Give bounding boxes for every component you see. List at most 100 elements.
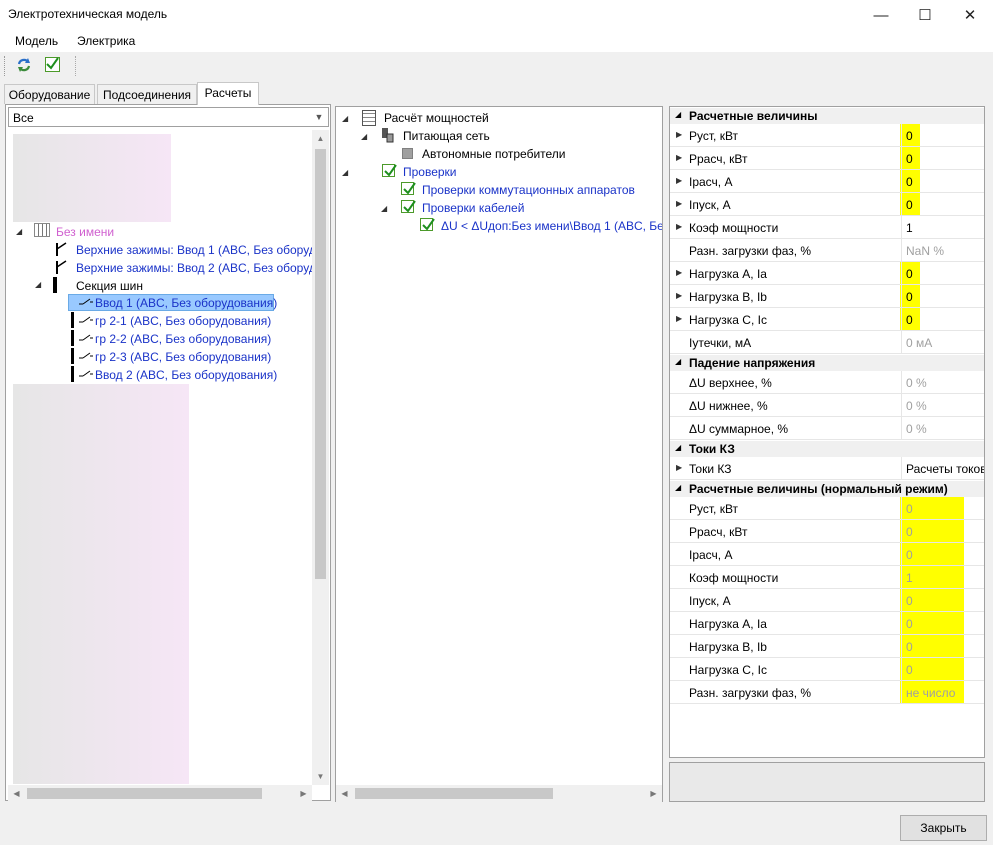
expand-icon[interactable]: ▶ [676, 130, 682, 139]
check-icon[interactable] [382, 164, 397, 177]
tree-item[interactable]: гр 2-1 (ABC, Без оборудования) [95, 314, 271, 332]
tree-item[interactable]: гр 2-3 (ABC, Без оборудования) [95, 350, 271, 368]
tab-connections[interactable]: Подсоединения [97, 84, 197, 104]
left-vertical-scrollbar[interactable]: ▲ ▼ [312, 130, 329, 785]
property-row[interactable]: ▶ Ррасч, кВт 0 [670, 147, 984, 170]
refresh-icon[interactable] [15, 56, 33, 74]
property-row[interactable]: Ірасч, А 0 [670, 543, 984, 566]
check-icon[interactable] [420, 218, 435, 231]
tree-item[interactable]: гр 2-2 (ABC, Без оборудования) [95, 332, 271, 350]
tree-item-check-du[interactable]: ΔU < ΔUдоп:Без имени\Ввод 1 (ABC, Без [441, 219, 662, 237]
property-row[interactable]: ▶ Руст, кВт 0 [670, 124, 984, 147]
property-row[interactable]: Іутечки, мА 0 мА [670, 331, 984, 354]
left-horizontal-scrollbar[interactable]: ◀ ▶ [8, 785, 312, 802]
property-row[interactable]: ▶ Коэф мощности 1 [670, 216, 984, 239]
scroll-right-icon[interactable]: ▶ [645, 785, 662, 802]
property-row[interactable]: Нагрузка С, Іс 0 [670, 658, 984, 681]
scroll-up-icon[interactable]: ▲ [312, 130, 329, 147]
tab-calculations[interactable]: Расчеты [197, 82, 259, 105]
property-row[interactable]: ▶ Ірасч, А 0 [670, 170, 984, 193]
scroll-down-icon[interactable]: ▼ [312, 768, 329, 785]
property-row[interactable]: ΔU суммарное, % 0 % [670, 417, 984, 440]
scroll-thumb[interactable] [27, 788, 262, 799]
check-icon[interactable] [45, 57, 60, 72]
property-value[interactable]: Расчеты токов [906, 462, 984, 476]
minimize-button[interactable]: — [858, 0, 904, 30]
expand-icon[interactable]: ▶ [676, 291, 682, 300]
maximize-button[interactable]: ☐ [902, 0, 948, 30]
property-value[interactable]: 0 [906, 175, 913, 189]
collapse-icon[interactable]: ◢ [675, 483, 681, 492]
expand-icon[interactable]: ◢ [35, 280, 41, 289]
check-icon[interactable] [401, 200, 416, 213]
tree-item-selected[interactable]: Ввод 1 (ABC, Без оборудования) [95, 296, 277, 314]
property-row[interactable]: ▶ Нагрузка В, Іb 0 [670, 285, 984, 308]
check-icon[interactable] [401, 182, 416, 195]
tree-item-power-calc[interactable]: Расчёт мощностей [384, 111, 489, 129]
property-value[interactable]: 0 [906, 267, 913, 281]
property-row[interactable]: ▶ Іпуск, А 0 [670, 193, 984, 216]
property-row[interactable]: ▶ Токи КЗ Расчеты токов [670, 457, 984, 480]
category-header[interactable]: ◢ Токи КЗ [670, 441, 984, 457]
expand-icon[interactable]: ▶ [676, 314, 682, 323]
middle-horizontal-scrollbar[interactable]: ◀ ▶ [336, 785, 662, 802]
property-value[interactable]: 0 [906, 198, 913, 212]
property-row[interactable]: Разн. загрузки фаз, % не число [670, 681, 984, 704]
property-value[interactable]: 1 [906, 221, 913, 235]
tree-item-supply[interactable]: Питающая сеть [403, 129, 490, 147]
property-row[interactable]: Нагрузка В, Іb 0 [670, 635, 984, 658]
menu-model[interactable]: Модель [15, 34, 58, 48]
tree-item-check-cables[interactable]: Проверки кабелей [422, 201, 524, 219]
column-divider [901, 124, 902, 147]
property-row[interactable]: ΔU нижнее, % 0 % [670, 394, 984, 417]
menu-electrics[interactable]: Электрика [77, 34, 135, 48]
scroll-left-icon[interactable]: ◀ [8, 785, 25, 802]
column-divider [901, 216, 902, 239]
close-button[interactable]: Закрыть [900, 815, 987, 841]
category-header[interactable]: ◢ Падение напряжения [670, 355, 984, 371]
category-header[interactable]: ◢ Расчетные величины [670, 108, 984, 124]
tree-item-check-switching[interactable]: Проверки коммутационных аппаратов [422, 183, 635, 201]
property-row[interactable]: ▶ Нагрузка А, Іа 0 [670, 262, 984, 285]
scroll-right-icon[interactable]: ▶ [295, 785, 312, 802]
expand-icon[interactable]: ◢ [342, 168, 348, 177]
close-window-button[interactable]: ✕ [947, 0, 993, 30]
tree-item[interactable]: Верхние зажимы: Ввод 2 (ABC, Без оборуд [76, 261, 316, 279]
collapse-icon[interactable]: ◢ [675, 110, 681, 119]
tree-item[interactable]: Верхние зажимы: Ввод 1 (ABC, Без оборуд [76, 243, 316, 261]
expand-icon[interactable]: ◢ [381, 204, 387, 213]
expand-icon[interactable]: ◢ [16, 227, 22, 236]
collapse-icon[interactable]: ◢ [675, 443, 681, 452]
scroll-left-icon[interactable]: ◀ [336, 785, 353, 802]
property-value[interactable]: 0 [906, 129, 913, 143]
expand-icon[interactable]: ▶ [676, 176, 682, 185]
property-row[interactable]: Руст, кВт 0 [670, 497, 984, 520]
tab-equipment[interactable]: Оборудование [4, 84, 95, 104]
tree-item[interactable]: Ввод 2 (ABC, Без оборудования) [95, 368, 277, 386]
expand-icon[interactable]: ▶ [676, 199, 682, 208]
tree-item-autonomous[interactable]: Автономные потребители [422, 147, 566, 165]
property-row[interactable]: ▶ Нагрузка С, Іс 0 [670, 308, 984, 331]
property-row[interactable]: Нагрузка А, Іа 0 [670, 612, 984, 635]
expand-icon[interactable]: ▶ [676, 463, 682, 472]
category-header[interactable]: ◢ Расчетные величины (нормальный режим) [670, 481, 984, 497]
property-value[interactable]: 0 [906, 152, 913, 166]
expand-icon[interactable]: ▶ [676, 153, 682, 162]
property-row[interactable]: Ррасч, кВт 0 [670, 520, 984, 543]
filter-select[interactable]: Все ▼ [8, 107, 329, 127]
scroll-thumb[interactable] [315, 149, 326, 579]
property-row[interactable]: ΔU верхнее, % 0 % [670, 371, 984, 394]
property-row[interactable]: Іпуск, А 0 [670, 589, 984, 612]
property-value[interactable]: 0 [906, 313, 913, 327]
expand-icon[interactable]: ◢ [361, 132, 367, 141]
property-label: Токи КЗ [689, 462, 732, 476]
property-value[interactable]: 0 [906, 290, 913, 304]
property-row[interactable]: Разн. загрузки фаз, % NaN % [670, 239, 984, 262]
collapse-icon[interactable]: ◢ [675, 357, 681, 366]
property-row[interactable]: Коэф мощности 1 [670, 566, 984, 589]
chevron-down-icon[interactable]: ▼ [310, 108, 328, 126]
expand-icon[interactable]: ▶ [676, 268, 682, 277]
expand-icon[interactable]: ▶ [676, 222, 682, 231]
scroll-thumb[interactable] [355, 788, 553, 799]
expand-icon[interactable]: ◢ [342, 114, 348, 123]
